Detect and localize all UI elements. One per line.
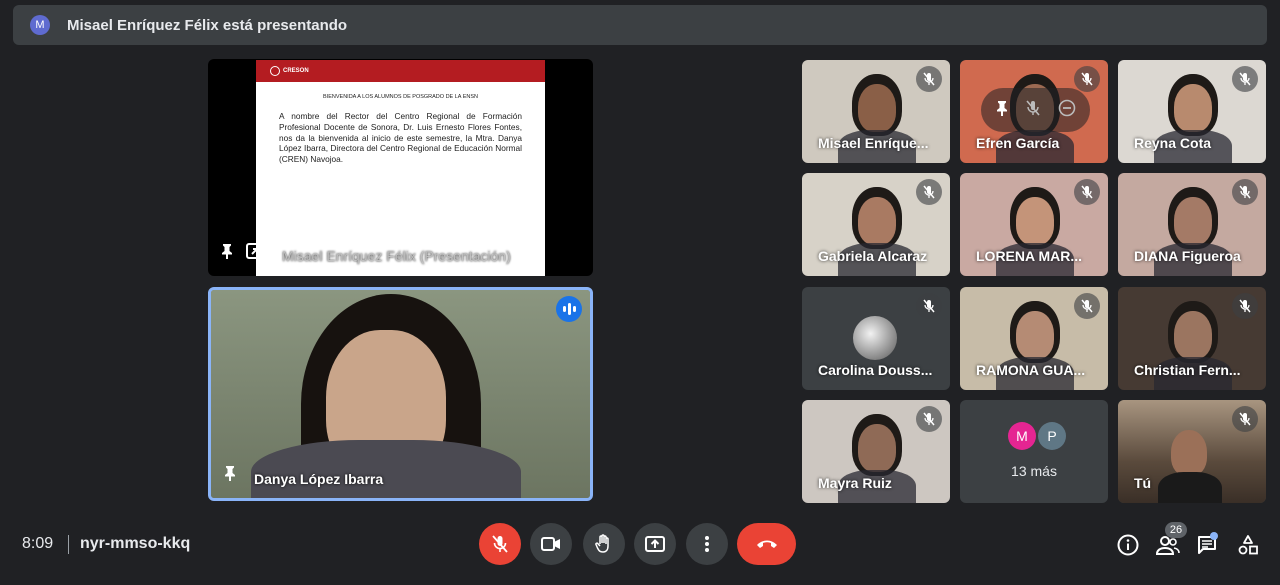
participant-tile[interactable]: Misael Enríque... (802, 60, 950, 163)
divider (68, 535, 69, 554)
slide-logo-text: CRESON (283, 68, 309, 74)
participant-tile[interactable]: LORENA MAR... (960, 173, 1108, 276)
more-vert-icon (705, 536, 709, 552)
info-icon (1117, 534, 1139, 556)
presenting-banner-text: Misael Enríquez Félix está presentando (67, 16, 348, 34)
chat-notification-dot (1210, 532, 1218, 540)
participant-tile[interactable]: Mayra Ruiz (802, 400, 950, 503)
participant-tile[interactable]: Reyna Cota (1118, 60, 1266, 163)
participant-video-face (1016, 197, 1054, 245)
mic-off-icon (1074, 66, 1100, 92)
bottom-bar: 8:09 nyr-mmso-kkq (0, 515, 1280, 575)
camera-icon (541, 537, 560, 551)
participant-video-face (1174, 84, 1212, 132)
more-options-button[interactable] (686, 523, 728, 565)
raise-hand-button[interactable] (583, 523, 625, 565)
mic-off-icon (1232, 179, 1258, 205)
more-participants-label: 13 más (1011, 463, 1057, 479)
presenting-banner: M Misael Enríquez Félix está presentando (13, 5, 1267, 45)
speaking-indicator-icon (556, 296, 582, 322)
mic-off-icon (916, 293, 942, 319)
participant-video-face (858, 424, 896, 472)
creson-logo: CRESON (270, 66, 309, 76)
mic-off-icon (1232, 406, 1258, 432)
mic-off-icon (1232, 293, 1258, 319)
presentation-slide: CRESON BIENVENIDA A LOS ALUMNOS DE POSGR… (256, 60, 545, 276)
pin-icon[interactable] (995, 100, 1009, 121)
participant-name: LORENA MAR... (976, 248, 1083, 264)
people-icon (1156, 536, 1180, 555)
mic-off-icon (492, 535, 508, 553)
leave-call-button[interactable] (737, 523, 796, 565)
presentation-tile-icons (220, 243, 266, 264)
participant-name: Gabriela Alcaraz (818, 248, 928, 264)
presentation-mode-icon[interactable] (246, 243, 266, 264)
participant-avatar: M (1008, 422, 1036, 450)
participant-name: Misael Enríque... (818, 135, 929, 151)
participant-video-face (858, 84, 896, 132)
activities-icon (1238, 535, 1258, 555)
participant-video-face (1174, 197, 1212, 245)
participant-name: Reyna Cota (1134, 135, 1212, 151)
camera-toggle-button[interactable] (530, 523, 572, 565)
participant-avatar (853, 316, 897, 360)
present-screen-button[interactable] (634, 523, 676, 565)
participant-video-face (1174, 311, 1212, 359)
slide-heading: BIENVENIDA A LOS ALUMNOS DE POSGRADO DE … (323, 94, 478, 100)
participant-name: Efren García (976, 135, 1060, 151)
present-icon (645, 536, 665, 552)
self-video-face (1171, 430, 1207, 476)
mic-off-icon (916, 179, 942, 205)
mute-participant-icon[interactable] (1025, 99, 1041, 121)
participant-tile[interactable]: RAMONA GUA... (960, 287, 1108, 390)
participant-name: DIANA Figueroa (1134, 248, 1241, 264)
participant-name: Tú (1134, 475, 1152, 491)
participant-name: Christian Fern... (1134, 362, 1241, 378)
slide-body: A nombre del Rector del Centro Regional … (279, 111, 522, 165)
participant-count-badge: 26 (1165, 522, 1187, 538)
mic-toggle-button[interactable] (479, 523, 521, 565)
participant-name: RAMONA GUA... (976, 362, 1086, 378)
meeting-time: 8:09 (22, 535, 54, 552)
more-participants-avatars: M P (1008, 422, 1066, 450)
participant-tile[interactable]: DIANA Figueroa (1118, 173, 1266, 276)
presentation-label: Misael Enríquez Félix (Presentación) (282, 248, 511, 264)
mic-off-icon (916, 406, 942, 432)
participant-name: Mayra Ruiz (818, 475, 892, 491)
mic-off-icon (1074, 179, 1100, 205)
participant-name: Carolina Douss... (818, 362, 933, 378)
meeting-details-button[interactable] (1116, 533, 1140, 557)
remove-participant-icon[interactable] (1058, 99, 1076, 122)
participant-video-face (1016, 311, 1054, 359)
pin-icon[interactable] (223, 465, 237, 486)
participant-avatar: P (1038, 422, 1066, 450)
participant-video-face (858, 197, 896, 245)
creson-logo-mark (270, 66, 280, 76)
hang-up-icon (756, 540, 777, 548)
presentation-tile[interactable]: CRESON BIENVENIDA A LOS ALUMNOS DE POSGR… (208, 59, 593, 276)
self-view-tile[interactable]: Tú (1118, 400, 1266, 503)
tile-hover-controls (981, 88, 1090, 132)
mic-off-icon (1074, 293, 1100, 319)
speaker-name: Danya López Ibarra (254, 471, 384, 487)
participant-tile[interactable]: Carolina Douss... (802, 287, 950, 390)
self-video-body (1158, 472, 1222, 503)
slide-header-bar: CRESON (256, 60, 545, 82)
meeting-code: nyr-mmso-kkq (80, 535, 191, 552)
participant-tile[interactable]: Gabriela Alcaraz (802, 173, 950, 276)
pin-icon[interactable] (220, 243, 234, 264)
participant-tile[interactable]: Christian Fern... (1118, 287, 1266, 390)
presenter-avatar: M (30, 15, 50, 35)
active-speaker-tile[interactable]: Danya López Ibarra (208, 287, 593, 501)
more-participants-tile[interactable]: M P 13 más (960, 400, 1108, 503)
activities-button[interactable] (1236, 533, 1260, 557)
hand-icon (595, 534, 609, 553)
mic-off-icon (1232, 66, 1258, 92)
mic-off-icon (916, 66, 942, 92)
